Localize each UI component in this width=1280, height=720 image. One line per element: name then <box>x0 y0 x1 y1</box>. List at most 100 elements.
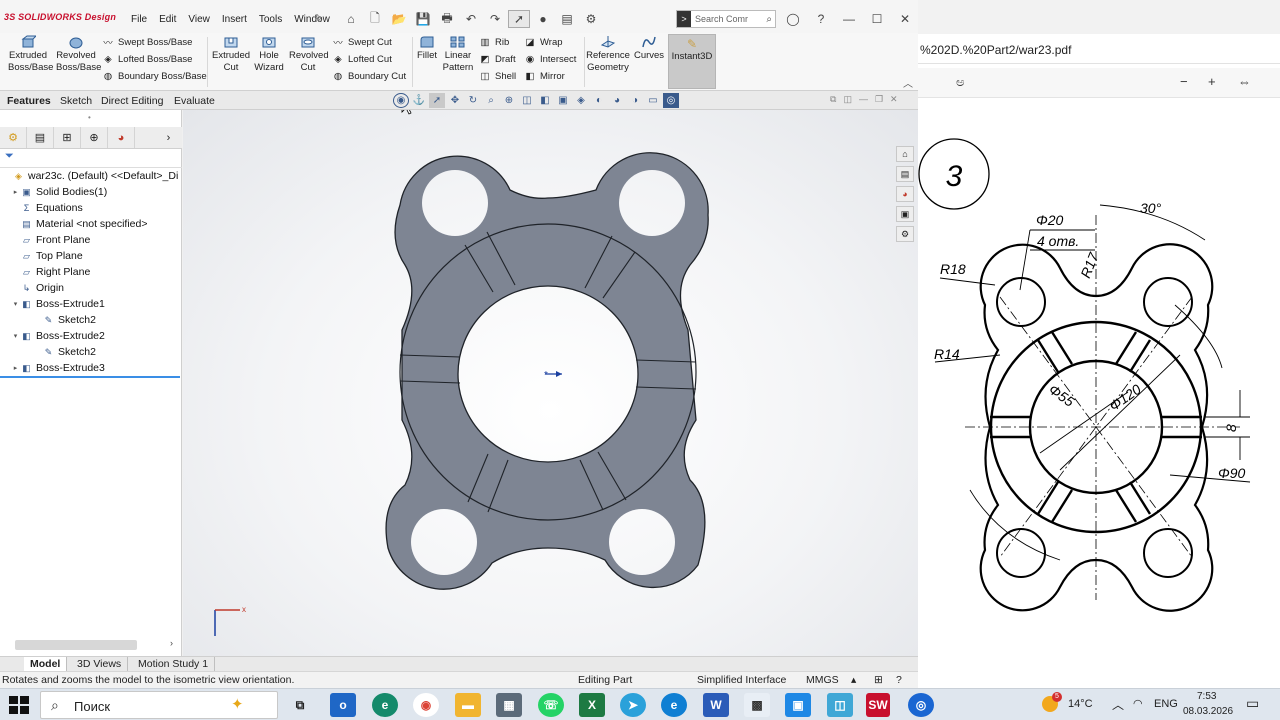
appearances-tab-icon[interactable]: ◕ <box>896 186 914 202</box>
clock-time[interactable]: 7:53 <box>1197 691 1216 702</box>
menu-edit[interactable]: Edit <box>153 14 182 25</box>
section-view-icon[interactable]: ◧ <box>537 93 553 108</box>
maximize-icon[interactable]: ☐ <box>866 10 888 28</box>
previous-view-icon[interactable]: ◫ <box>519 93 535 108</box>
resources-tab-icon[interactable]: ⌂ <box>896 146 914 162</box>
anchor-icon[interactable]: ⚓ <box>411 93 427 108</box>
word-icon[interactable]: W <box>703 693 729 717</box>
menu-insert[interactable]: Insert <box>216 14 253 25</box>
new-document-icon[interactable]: 🗋 <box>364 10 386 28</box>
view-palette-tab-icon[interactable]: ▣ <box>896 206 914 222</box>
tab-evaluate[interactable]: Evaluate <box>169 93 220 110</box>
search-commands-input[interactable]: > Search Comr ⌕ <box>676 10 776 28</box>
panel-collapse-handle-icon[interactable]: • <box>88 113 91 122</box>
language-indicator[interactable]: ENG <box>1154 698 1178 710</box>
realview-icon[interactable]: ◎ <box>663 93 679 108</box>
tab-features[interactable]: Features <box>2 93 56 110</box>
help-status-icon[interactable]: ? <box>896 674 902 686</box>
draft-button[interactable]: ◩ Draft <box>479 53 516 65</box>
units-dropdown-icon[interactable]: ▴ <box>851 674 856 686</box>
minimize-icon[interactable]: — <box>838 10 860 28</box>
tree-item[interactable]: ✎ Sketch2 <box>0 344 182 360</box>
extruded-boss-button[interactable]: Extruded Boss/Base <box>6 35 53 74</box>
user-account-icon[interactable]: ◯ <box>782 10 804 28</box>
address-bar[interactable]: %202D.%20Part2/war23.pdf <box>918 36 1280 64</box>
menu-file[interactable]: File <box>125 14 153 25</box>
tree-expand-icon[interactable]: ▸ <box>11 188 20 196</box>
dimxpert-tab-icon[interactable]: ⊕ <box>81 127 108 148</box>
tree-item[interactable]: ▾ ◧ Boss-Extrude2 <box>0 328 182 344</box>
wifi-icon[interactable]: ◠ <box>1133 697 1143 710</box>
whatsapp-icon[interactable]: ☏ <box>538 693 564 717</box>
rotate-icon[interactable]: ↻ <box>465 93 481 108</box>
lofted-cut-button[interactable]: ◈ Lofted Cut <box>332 53 392 65</box>
hole-wizard-button[interactable]: Hole Wizard <box>252 35 286 74</box>
collapse-ribbon-icon[interactable]: ︿ <box>903 75 913 90</box>
apply-scene-icon[interactable]: ◑ <box>627 93 643 108</box>
redo-icon[interactable]: ↷ <box>484 10 506 28</box>
file-explorer-icon[interactable]: ▬ <box>455 693 481 717</box>
doc-minimize-icon[interactable]: — <box>859 94 868 105</box>
graphics-area[interactable]: * x <box>183 98 918 656</box>
tab-3d-views[interactable]: 3D Views <box>71 657 129 672</box>
lofted-boss-button[interactable]: ◈ Lofted Boss/Base <box>102 53 192 65</box>
status-interface[interactable]: Simplified Interface <box>697 674 786 686</box>
configuration-manager-tab-icon[interactable]: ⊞ <box>54 127 81 148</box>
read-aloud-icon[interactable]: ಅ <box>956 74 965 90</box>
curves-button[interactable]: Curves <box>634 35 664 62</box>
view-orientation-icon[interactable]: ▣ <box>555 93 571 108</box>
fit-page-icon[interactable]: ⇔ <box>1238 74 1251 89</box>
tree-item[interactable]: ▾ ◧ Boss-Extrude1 <box>0 296 182 312</box>
tree-item[interactable]: ↳ Origin <box>0 280 182 296</box>
weather-temp[interactable]: 14°C <box>1068 698 1093 710</box>
custom-properties-tab-icon[interactable]: ⚙ <box>896 226 914 242</box>
zoom-out-icon[interactable]: − <box>1180 74 1188 89</box>
display-style-icon[interactable]: ◈ <box>573 93 589 108</box>
excel-icon[interactable]: X <box>579 693 605 717</box>
feature-manager-tab-icon[interactable]: ⚙ <box>0 127 27 148</box>
revolved-cut-button[interactable]: Revolved Cut <box>288 35 329 74</box>
wrap-button[interactable]: ◪ Wrap <box>524 36 563 48</box>
panel-more-icon[interactable]: › <box>155 127 182 148</box>
linear-pattern-button[interactable]: Linear Pattern <box>441 35 475 74</box>
telegram-icon[interactable]: ➤ <box>620 693 646 717</box>
help-icon[interactable]: ? <box>810 10 832 28</box>
property-manager-tab-icon[interactable]: ▤ <box>27 127 54 148</box>
pin-menu-icon[interactable]: ✎ <box>314 12 323 25</box>
app-lightblue-icon[interactable]: ◫ <box>827 693 853 717</box>
hide-show-icon[interactable]: ◐ <box>591 93 607 108</box>
swept-cut-button[interactable]: 〰 Swept Cut <box>332 36 392 50</box>
view-settings-icon[interactable]: ▭ <box>645 93 661 108</box>
boundary-cut-button[interactable]: ◍ Boundary Cut <box>332 70 406 82</box>
select-cursor-icon[interactable]: ➚ <box>508 10 530 28</box>
part-model[interactable]: * x <box>183 98 918 656</box>
mirror-button[interactable]: ◧ Mirror <box>524 70 565 82</box>
photos-icon[interactable]: ▩ <box>744 693 770 717</box>
edge-icon[interactable]: e <box>661 693 687 717</box>
zoom-area-icon[interactable]: ⊕ <box>501 93 517 108</box>
tree-expand-icon[interactable]: ▸ <box>11 364 20 372</box>
options-gear-icon[interactable]: ⚙ <box>580 10 602 28</box>
tab-direct-editing[interactable]: Direct Editing <box>96 93 168 110</box>
windows-start-icon[interactable] <box>8 695 30 715</box>
boundary-boss-button[interactable]: ◍ Boundary Boss/Base <box>102 70 207 82</box>
chrome-icon[interactable]: ◉ <box>413 693 439 717</box>
close-icon[interactable]: ✕ <box>894 10 916 28</box>
edit-appearance-icon[interactable]: ◕ <box>609 93 625 108</box>
design-library-tab-icon[interactable]: ▤ <box>896 166 914 182</box>
filter-icon[interactable]: ⏷ <box>0 150 182 168</box>
display-manager-tab-icon[interactable]: ◕ <box>108 127 135 148</box>
scroll-right-icon[interactable]: › <box>170 638 173 648</box>
select-arrow-icon[interactable]: ➚ <box>429 93 445 108</box>
tab-model[interactable]: Model <box>24 657 68 672</box>
tree-item[interactable]: ▤ Material <not specified> <box>0 216 182 232</box>
zoom-icon[interactable]: ⌕ <box>483 93 499 108</box>
tree-item[interactable]: ▸ ◧ Boss-Extrude3 <box>0 360 182 376</box>
tree-item[interactable]: ▱ Right Plane <box>0 264 182 280</box>
tab-sketch[interactable]: Sketch <box>55 93 97 110</box>
home-icon[interactable]: ⌂ <box>340 10 362 28</box>
extruded-cut-button[interactable]: Extruded Cut <box>211 35 251 74</box>
file-properties-icon[interactable]: ▤ <box>556 10 578 28</box>
view-isometric-icon[interactable]: ◉ <box>393 93 409 108</box>
edge-dev-icon[interactable]: e <box>372 693 398 717</box>
